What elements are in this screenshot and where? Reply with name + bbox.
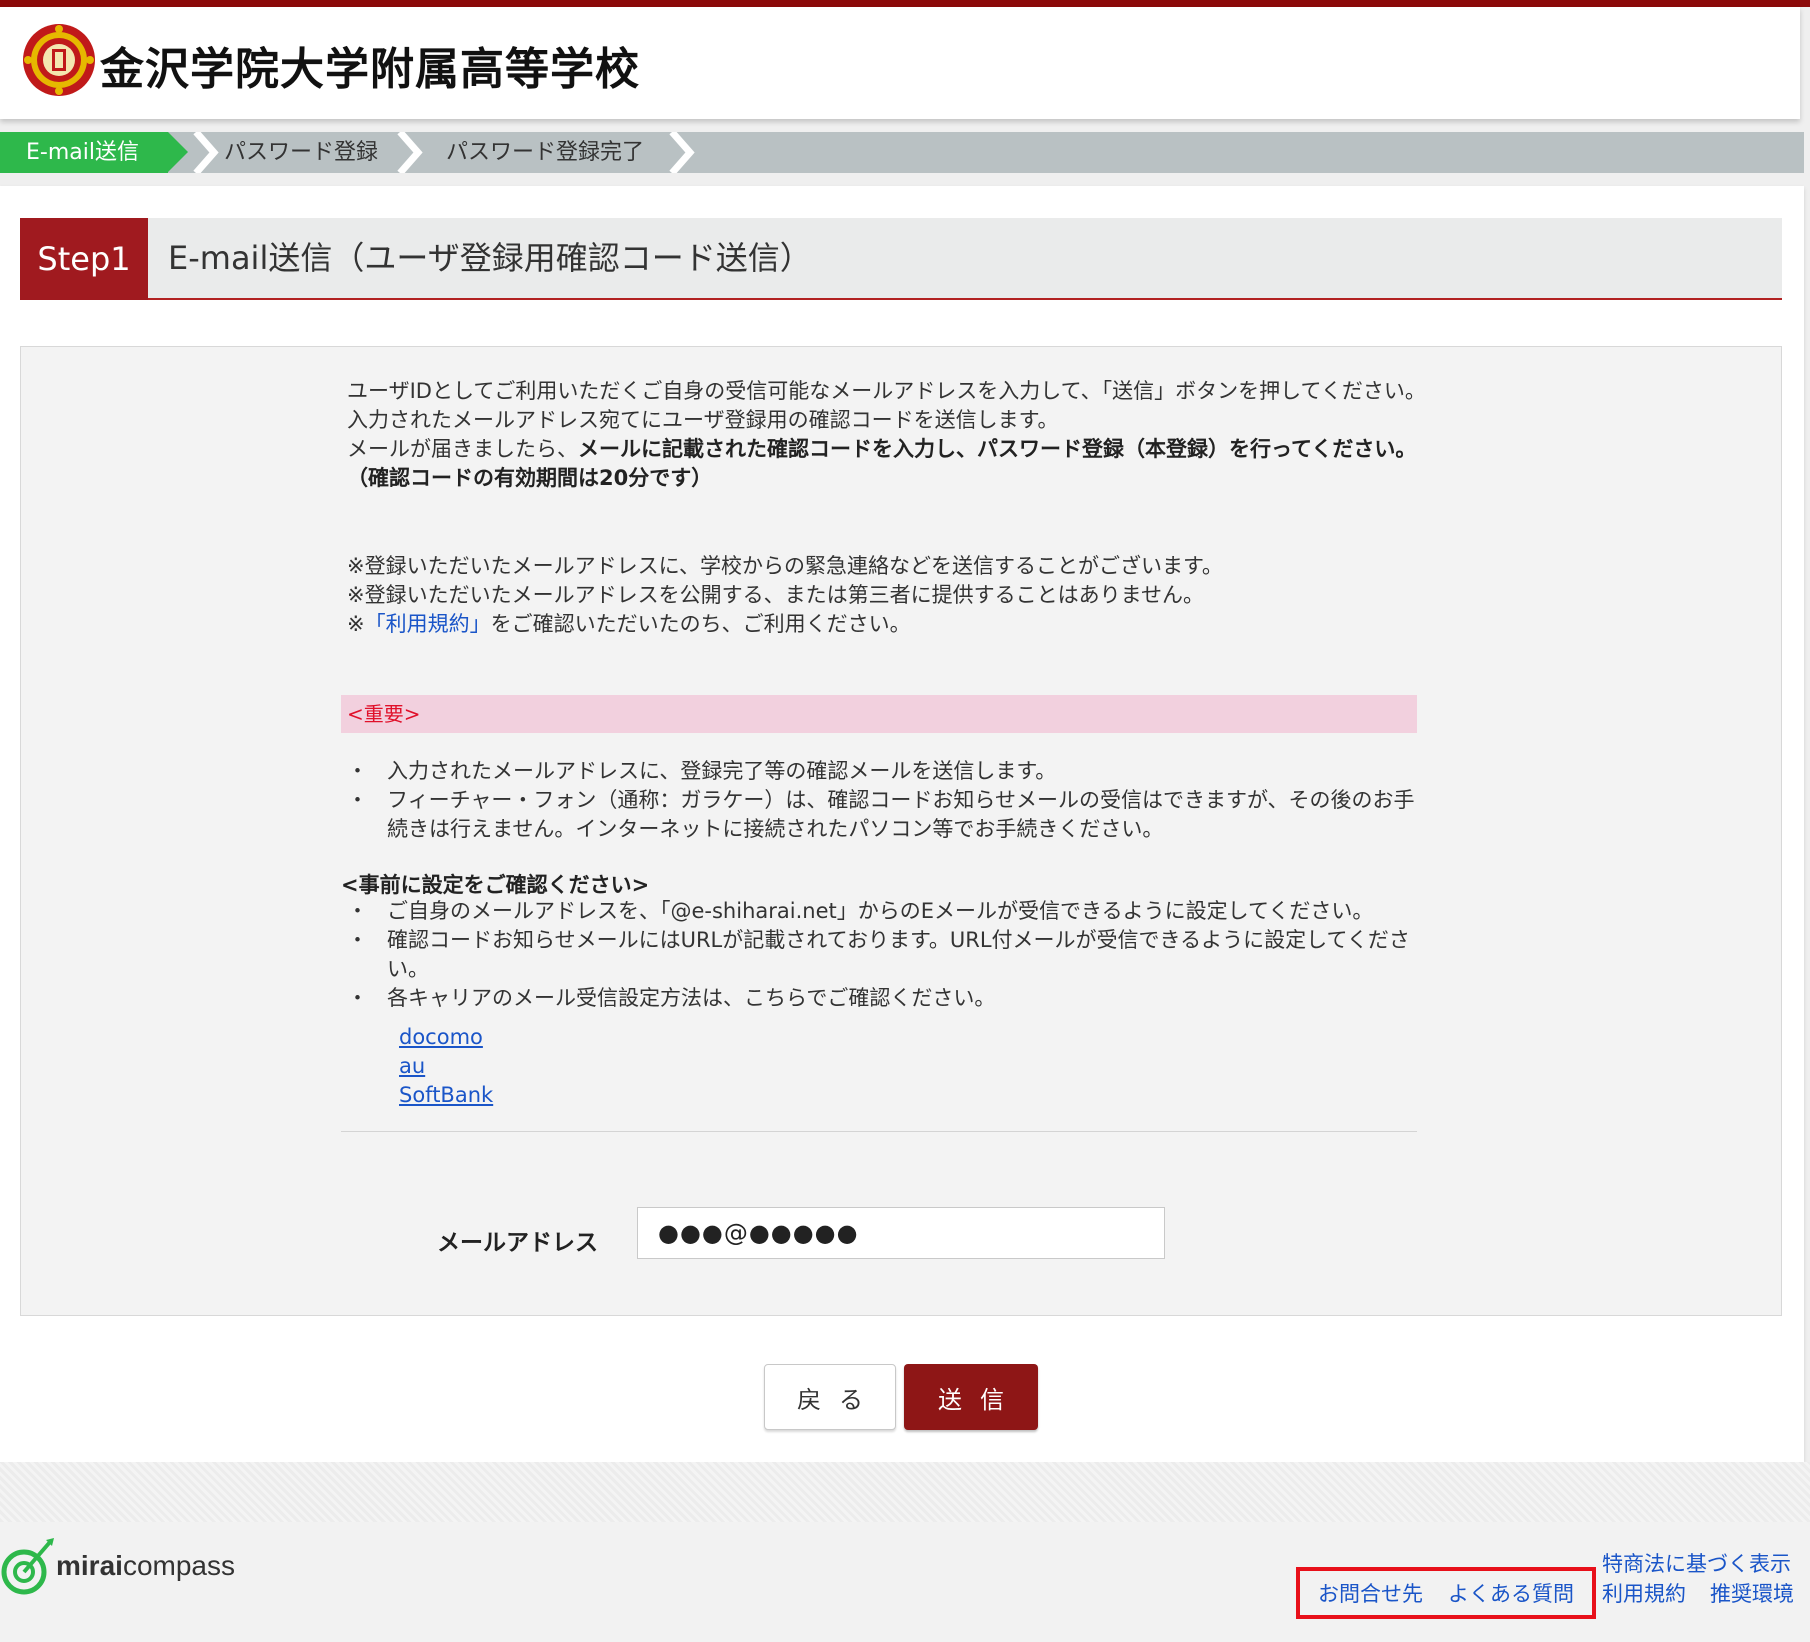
- chevron-right-icon: [397, 132, 423, 173]
- intro-line: メールが届きましたら、メールに記載された確認コードを入力し、パスワード登録（本登…: [347, 437, 1417, 461]
- school-seal-icon: [23, 24, 95, 96]
- step-title: E-mail送信（ユーザ登録用確認コード送信）: [168, 239, 812, 277]
- divider: [341, 1131, 1417, 1132]
- email-input[interactable]: [637, 1207, 1165, 1259]
- progress-step-email: E-mail送信: [0, 132, 188, 173]
- list-item: ・フィーチャー・フォン（通称：ガラケー）は、確認コードお知らせメールの受信はでき…: [347, 788, 1415, 841]
- logo-text: miraicompass: [56, 1550, 235, 1581]
- faq-link[interactable]: よくある質問: [1448, 1578, 1574, 1608]
- carrier-link-softbank[interactable]: SoftBank: [399, 1081, 493, 1110]
- progress-step-complete: パスワード登録完了: [446, 140, 645, 165]
- carrier-link-au[interactable]: au: [399, 1052, 493, 1081]
- list-item: ・入力されたメールアドレスに、登録完了等の確認メールを送信します。: [347, 759, 1057, 783]
- pre-check-title: <事前に設定をご確認ください>: [341, 873, 650, 897]
- list-item: ・確認コードお知らせメールにはURLが記載されております。URL付メールが受信で…: [347, 928, 1410, 981]
- important-heading: <重要>: [341, 695, 1417, 733]
- contact-link[interactable]: お問合せ先: [1318, 1578, 1423, 1608]
- intro-text: ユーザIDとしてご利用いただくご自身の受信可能なメールアドレスを入力して、「送信…: [347, 377, 1467, 493]
- main-card: Step1 E-mail送信（ユーザ登録用確認コード送信） ユーザIDとしてご利…: [0, 186, 1804, 1462]
- intro-line: （確認コードの有効期間は20分です）: [347, 466, 713, 490]
- intro-line: 入力されたメールアドレス宛てにユーザ登録用の確認コードを送信します。: [347, 408, 1059, 432]
- school-name: 金沢学院大学附属高等学校: [100, 44, 640, 95]
- miraicompass-logo[interactable]: miraicompass: [0, 1538, 260, 1595]
- progress-steps: E-mail送信 パスワード登録 パスワード登録完了: [0, 132, 1804, 173]
- footer-terms-link[interactable]: 利用規約: [1602, 1578, 1686, 1608]
- email-label: メールアドレス: [437, 1230, 598, 1256]
- notes: ※登録いただいたメールアドレスに、学校からの緊急連絡などを送信することがございま…: [347, 552, 1467, 639]
- list-item: ・ご自身のメールアドレスを、「@e-shiharai.net」からのEメールが受…: [347, 899, 1374, 923]
- important-list: ・入力されたメールアドレスに、登録完了等の確認メールを送信します。 ・フィーチャ…: [347, 757, 1427, 844]
- step-badge: Step1: [20, 218, 148, 300]
- pre-check-list: ・ご自身のメールアドレスを、「@e-shiharai.net」からのEメールが受…: [347, 897, 1427, 1013]
- back-button[interactable]: 戻る: [764, 1364, 896, 1430]
- note-line: ※登録いただいたメールアドレスを公開する、または第三者に提供することはありません…: [347, 583, 1204, 607]
- chevron-right-icon: [669, 132, 695, 173]
- note-line: ※「利用規約」をご確認いただいたのち、ご利用ください。: [347, 612, 911, 636]
- carrier-link-docomo[interactable]: docomo: [399, 1023, 493, 1052]
- terms-link[interactable]: 「利用規約」: [365, 612, 491, 636]
- list-item: ・各キャリアのメール受信設定方法は、こちらでご確認ください。: [347, 986, 996, 1010]
- note-line: ※登録いただいたメールアドレスに、学校からの緊急連絡などを送信することがございま…: [347, 554, 1223, 578]
- content-panel: ユーザIDとしてご利用いただくご自身の受信可能なメールアドレスを入力して、「送信…: [20, 346, 1782, 1316]
- carrier-links: docomo au SoftBank: [399, 1023, 493, 1110]
- compass-icon: [1, 1538, 54, 1595]
- site-footer: miraicompass お問合せ先 よくある質問 特商法に基づく表示 利用規約…: [0, 1522, 1810, 1642]
- top-accent-bar: [0, 0, 1810, 7]
- intro-line: ユーザIDとしてご利用いただくご自身の受信可能なメールアドレスを入力して、「送信…: [347, 379, 1426, 403]
- tokushoho-link[interactable]: 特商法に基づく表示: [1602, 1548, 1791, 1578]
- progress-step-password: パスワード登録: [224, 140, 379, 165]
- recommended-env-link[interactable]: 推奨環境: [1710, 1578, 1794, 1608]
- send-button[interactable]: 送信: [904, 1364, 1038, 1430]
- footer-stripe: [0, 1462, 1810, 1522]
- chevron-right-icon: [193, 132, 219, 173]
- site-header: 金沢学院大学附属高等学校: [0, 7, 1800, 119]
- step-header: Step1 E-mail送信（ユーザ登録用確認コード送信）: [20, 218, 1782, 300]
